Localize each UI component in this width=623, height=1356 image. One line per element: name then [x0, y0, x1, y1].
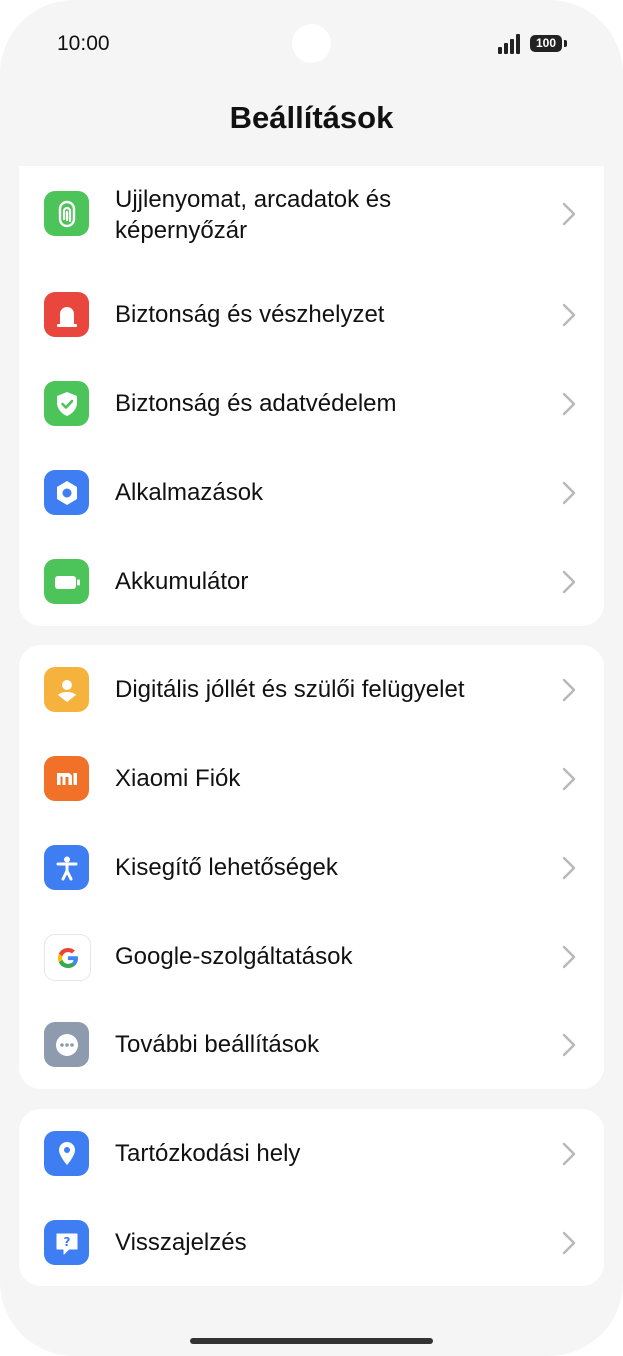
settings-group-other: Tartózkodási hely ? Visszajelzés	[19, 1109, 604, 1286]
settings-item-label: Xiaomi Fiók	[115, 765, 241, 792]
chevron-right-icon	[562, 392, 576, 416]
settings-item-emergency[interactable]: Biztonság és vészhelyzet	[19, 269, 604, 359]
apps-hexagon-icon	[44, 470, 89, 515]
settings-item-label: Digitális jóllét és szülői felügyelet	[115, 676, 465, 703]
settings-item-feedback[interactable]: ? Visszajelzés	[19, 1198, 604, 1286]
chevron-right-icon	[562, 1142, 576, 1166]
settings-item-privacy[interactable]: Biztonság és adatvédelem	[19, 359, 604, 448]
chevron-right-icon	[562, 678, 576, 702]
status-time: 10:00	[57, 32, 110, 55]
settings-group-security: Ujjlenyomat, arcadatok és képernyőzár Bi…	[19, 166, 604, 626]
chevron-right-icon	[562, 202, 576, 226]
xiaomi-logo-icon	[44, 756, 89, 801]
svg-text:?: ?	[63, 1235, 70, 1249]
settings-item-label: További beállítások	[115, 1031, 320, 1058]
settings-item-fingerprint[interactable]: Ujjlenyomat, arcadatok és képernyőzár	[19, 166, 604, 262]
google-logo-icon	[44, 934, 91, 981]
settings-item-google[interactable]: Google-szolgáltatások	[19, 913, 604, 1002]
settings-item-label: Biztonság és vészhelyzet	[115, 301, 385, 328]
settings-item-label: Tartózkodási hely	[115, 1140, 301, 1167]
settings-item-label: Biztonság és adatvédelem	[115, 390, 397, 417]
wellbeing-person-icon	[44, 667, 89, 712]
settings-item-battery[interactable]: Akkumulátor	[19, 537, 604, 626]
settings-item-xiaomi-account[interactable]: Xiaomi Fiók	[19, 735, 604, 824]
phone-screen: 10:00 100 Beállítások Ujjlenyomat, arcad…	[0, 0, 623, 1356]
status-bar: 10:00 100	[0, 0, 623, 88]
settings-item-location[interactable]: Tartózkodási hely	[19, 1109, 604, 1198]
chevron-right-icon	[562, 767, 576, 791]
battery-icon: 100	[530, 35, 562, 52]
settings-item-label: Google-szolgáltatások	[115, 943, 353, 970]
settings-item-wellbeing[interactable]: Digitális jóllét és szülői felügyelet	[19, 645, 604, 735]
settings-group-account: Digitális jóllét és szülői felügyelet Xi…	[19, 645, 604, 1089]
battery-tip	[564, 40, 567, 47]
settings-item-accessibility[interactable]: Kisegítő lehetőségek	[19, 824, 604, 913]
chevron-right-icon	[562, 1033, 576, 1057]
location-pin-icon	[44, 1131, 89, 1176]
chevron-right-icon	[562, 303, 576, 327]
settings-item-label: Akkumulátor	[115, 568, 249, 595]
chevron-right-icon	[562, 1231, 576, 1255]
settings-item-label: Visszajelzés	[115, 1229, 247, 1256]
settings-item-label: Kisegítő lehetőségek	[115, 854, 338, 881]
fingerprint-icon	[44, 191, 89, 236]
emergency-alarm-icon	[44, 292, 89, 337]
accessibility-icon	[44, 845, 89, 890]
battery-icon	[44, 559, 89, 604]
signal-icon	[498, 34, 524, 54]
page-title: Beállítások	[229, 100, 394, 135]
settings-item-label: Alkalmazások	[115, 479, 264, 506]
chevron-right-icon	[562, 945, 576, 969]
front-camera	[292, 24, 331, 63]
settings-item-label: Ujjlenyomat, arcadatok és képernyőzár	[115, 186, 392, 244]
shield-check-icon	[44, 381, 89, 426]
chevron-right-icon	[562, 570, 576, 594]
chevron-right-icon	[562, 856, 576, 880]
settings-item-additional[interactable]: További beállítások	[19, 1002, 604, 1089]
home-indicator[interactable]	[190, 1338, 433, 1344]
feedback-question-icon: ?	[44, 1220, 89, 1265]
more-dots-icon	[44, 1022, 89, 1067]
settings-item-apps[interactable]: Alkalmazások	[19, 448, 604, 537]
chevron-right-icon	[562, 481, 576, 505]
